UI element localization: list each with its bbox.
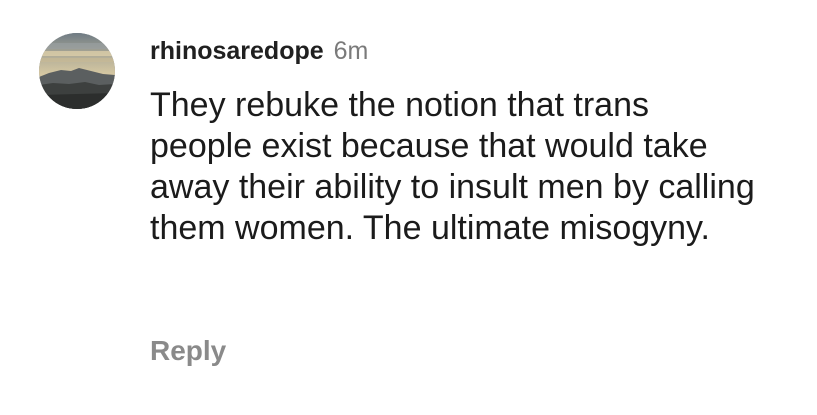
comment-card: rhinosaredope 6m They rebuke the notion t… [0,0,817,415]
avatar[interactable] [39,33,115,109]
timestamp: 6m [333,37,369,65]
reply-button[interactable]: Reply [150,335,226,367]
comment-text: They rebuke the notion that trans people… [150,86,755,247]
comment-body: rhinosaredope 6m They rebuke the notion t… [150,30,790,249]
username[interactable]: rhinosaredope [150,37,324,65]
comment-meta: rhinosaredope 6m [150,30,790,72]
landscape-avatar-icon [39,33,115,109]
